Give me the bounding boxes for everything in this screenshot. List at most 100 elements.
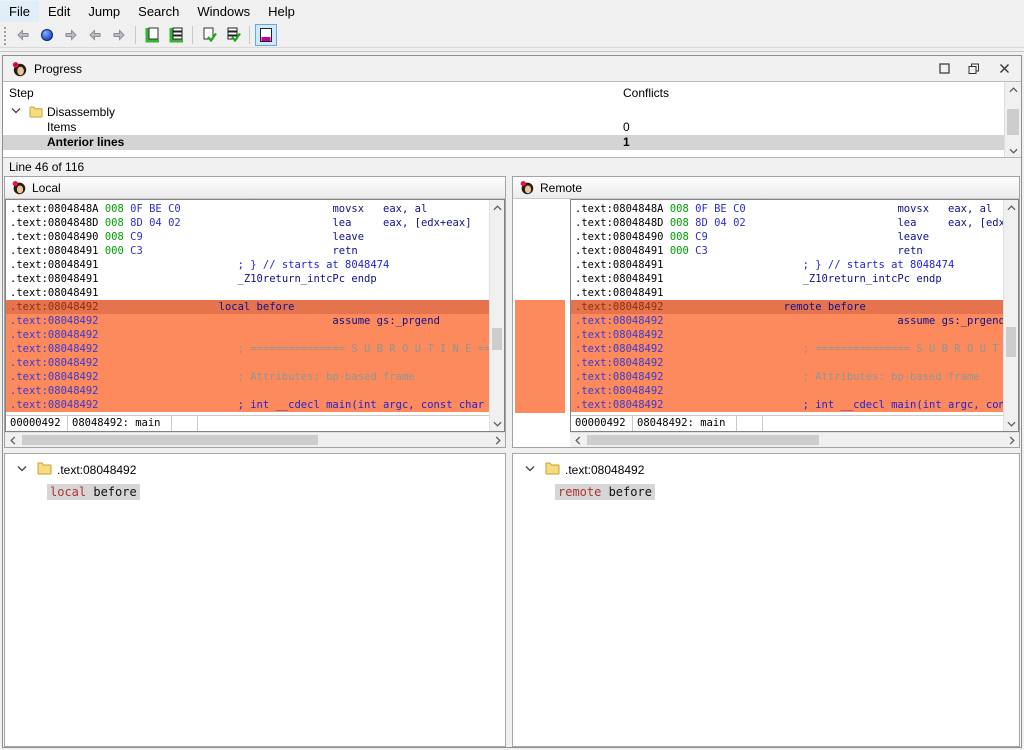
tree-node-row[interactable]: .text:08048492 xyxy=(513,460,1019,480)
listing-line[interactable]: .text:08048492 xyxy=(6,328,489,342)
scroll-up-icon[interactable] xyxy=(490,200,504,215)
scroll-thumb[interactable] xyxy=(587,435,819,445)
listing-line[interactable]: .text:08048491 ; } // starts at 8048474 xyxy=(575,258,1003,272)
accept-document-icon xyxy=(200,26,218,44)
accept-database-button[interactable] xyxy=(222,24,244,46)
progress-titlebar[interactable]: Progress xyxy=(3,56,1021,82)
scroll-left-icon[interactable] xyxy=(5,433,20,447)
listing-line[interactable]: .text:08048492 xyxy=(571,328,1003,342)
listing-line[interactable]: .text:08048492 ; Attributes: bp-based fr… xyxy=(6,370,489,384)
scroll-right-icon[interactable] xyxy=(1004,433,1019,447)
accept-document-button[interactable] xyxy=(198,24,220,46)
listing-line[interactable]: .text:08048492 ; int __cdecl main(int ar… xyxy=(571,398,1003,412)
listing-line[interactable]: .text:08048492 local before xyxy=(6,300,489,314)
tree-node-row[interactable]: .text:08048492 xyxy=(5,460,505,480)
accept-database-icon xyxy=(224,26,242,44)
scroll-down-icon[interactable] xyxy=(1005,143,1021,158)
current-location-button[interactable] xyxy=(36,24,58,46)
listing-line[interactable]: .text:0804848D 008 8D 04 02 lea eax, [ed… xyxy=(575,216,1003,230)
import-database-button[interactable] xyxy=(165,24,187,46)
listing-line[interactable]: .text:08048492 ; =============== S U B R… xyxy=(571,342,1003,356)
listing-line[interactable]: .text:08048492 ; Attributes: bp-based fr… xyxy=(571,370,1003,384)
scroll-down-icon[interactable] xyxy=(490,416,504,431)
toolbar-separator xyxy=(249,26,250,44)
previous-conflict-button[interactable] xyxy=(84,24,106,46)
scroll-track[interactable] xyxy=(585,433,1004,447)
listing-line[interactable]: .text:08048491 ; } // starts at 8048474 xyxy=(10,258,489,272)
listing-line[interactable]: .text:08048491 xyxy=(575,286,1003,300)
scroll-down-icon[interactable] xyxy=(1004,416,1018,431)
chevron-down-icon[interactable] xyxy=(11,107,21,114)
listing-line[interactable]: .text:08048491 000 C3 retn xyxy=(10,244,489,258)
forward-arrow-button[interactable] xyxy=(60,24,82,46)
step-row-disassembly[interactable]: Disassembly xyxy=(3,105,1021,120)
local-vertical-scrollbar[interactable] xyxy=(489,200,504,431)
remote-horizontal-scrollbar[interactable] xyxy=(570,432,1019,447)
scroll-thumb[interactable] xyxy=(1006,327,1016,357)
listing-line[interactable]: .text:08048492 xyxy=(571,356,1003,370)
listing-line[interactable]: .text:08048492 xyxy=(6,384,489,398)
menu-help[interactable]: Help xyxy=(259,1,304,22)
remote-disassembly-listing[interactable]: .text:0804848A 008 0F BE C0 movsx eax, a… xyxy=(571,200,1003,415)
import-document-button[interactable] xyxy=(141,24,163,46)
steps-vertical-scrollbar[interactable] xyxy=(1004,82,1021,158)
scroll-up-icon[interactable] xyxy=(1005,82,1021,97)
menu-file[interactable]: File xyxy=(0,1,39,22)
menu-edit[interactable]: Edit xyxy=(39,1,79,22)
conflict-line-row[interactable]: remote before xyxy=(513,484,1019,502)
listing-line[interactable]: .text:08048491 xyxy=(10,286,489,300)
scroll-thumb[interactable] xyxy=(492,328,502,350)
chevron-down-icon[interactable] xyxy=(525,465,535,472)
listing-line[interactable]: .text:08048491 000 C3 retn xyxy=(575,244,1003,258)
scroll-thumb[interactable] xyxy=(1007,109,1019,135)
maximize-button[interactable] xyxy=(937,62,951,76)
close-icon[interactable] xyxy=(997,62,1011,76)
listing-line[interactable]: .text:08048492 ; =============== S U B R… xyxy=(6,342,489,356)
local-disassembly-listing[interactable]: .text:0804848A 008 0F BE C0 movsx eax, a… xyxy=(6,200,489,415)
scroll-up-icon[interactable] xyxy=(1004,200,1018,215)
menu-windows[interactable]: Windows xyxy=(188,1,259,22)
listing-line[interactable]: .text:08048492 ; int __cdecl main(int ar… xyxy=(6,398,489,412)
local-pane-header: Local xyxy=(5,177,505,199)
menu-bar: FileEditJumpSearchWindowsHelp xyxy=(0,0,1024,22)
listing-line[interactable]: .text:08048492 xyxy=(6,356,489,370)
scroll-thumb[interactable] xyxy=(22,435,318,445)
conflict-line-row[interactable]: local before xyxy=(5,484,505,502)
menu-jump[interactable]: Jump xyxy=(79,1,129,22)
scroll-track[interactable] xyxy=(1005,97,1021,143)
next-conflict-button[interactable] xyxy=(108,24,130,46)
scroll-track[interactable] xyxy=(20,433,490,447)
scroll-left-icon[interactable] xyxy=(570,433,585,447)
scroll-track[interactable] xyxy=(1004,215,1018,416)
listing-line[interactable]: .text:08048490 008 C9 leave xyxy=(10,230,489,244)
step-label: Items xyxy=(47,120,76,135)
listing-line[interactable]: .text:08048492 assume gs:_prgend xyxy=(6,314,489,328)
merge-view-toggle-button[interactable] xyxy=(255,24,277,46)
listing-line[interactable]: .text:0804848A 008 0F BE C0 movsx eax, a… xyxy=(575,202,1003,216)
local-horizontal-scrollbar[interactable] xyxy=(5,432,505,447)
listing-line[interactable]: .text:08048491 _Z10return_intcPc endp xyxy=(10,272,489,286)
listing-line[interactable]: .text:08048492 xyxy=(571,384,1003,398)
remote-vertical-scrollbar[interactable] xyxy=(1003,200,1018,431)
listing-line[interactable]: .text:08048492 assume gs:_prgend xyxy=(571,314,1003,328)
menu-search[interactable]: Search xyxy=(129,1,188,22)
listing-line[interactable]: .text:08048492 remote before xyxy=(571,300,1003,314)
listing-line[interactable]: .text:0804848D 008 8D 04 02 lea eax, [ed… xyxy=(10,216,489,230)
chevron-down-icon[interactable] xyxy=(17,465,27,472)
step-row-items[interactable]: Items0 xyxy=(3,120,1021,135)
listing-line[interactable]: .text:08048490 008 C9 leave xyxy=(575,230,1003,244)
listing-line[interactable]: .text:08048491 _Z10return_intcPc endp xyxy=(575,272,1003,286)
remote-conflict-text[interactable]: remote before xyxy=(555,484,655,500)
back-arrow-button[interactable] xyxy=(12,24,34,46)
toolbar-drag-handle[interactable] xyxy=(2,25,8,45)
local-pane: Local .text:0804848A 008 0F BE C0 movsx … xyxy=(4,176,506,448)
local-status-bar: 0000049208048492: main xyxy=(6,415,489,431)
restore-button[interactable] xyxy=(967,62,981,76)
step-row-anterior-lines[interactable]: Anterior lines1 xyxy=(3,135,1004,150)
ida-pane-icon xyxy=(11,180,26,195)
scroll-track[interactable] xyxy=(490,215,504,416)
remote-pane-title: Remote xyxy=(540,181,582,195)
listing-line[interactable]: .text:0804848A 008 0F BE C0 movsx eax, a… xyxy=(10,202,489,216)
scroll-right-icon[interactable] xyxy=(490,433,505,447)
local-conflict-text[interactable]: local before xyxy=(47,484,140,500)
